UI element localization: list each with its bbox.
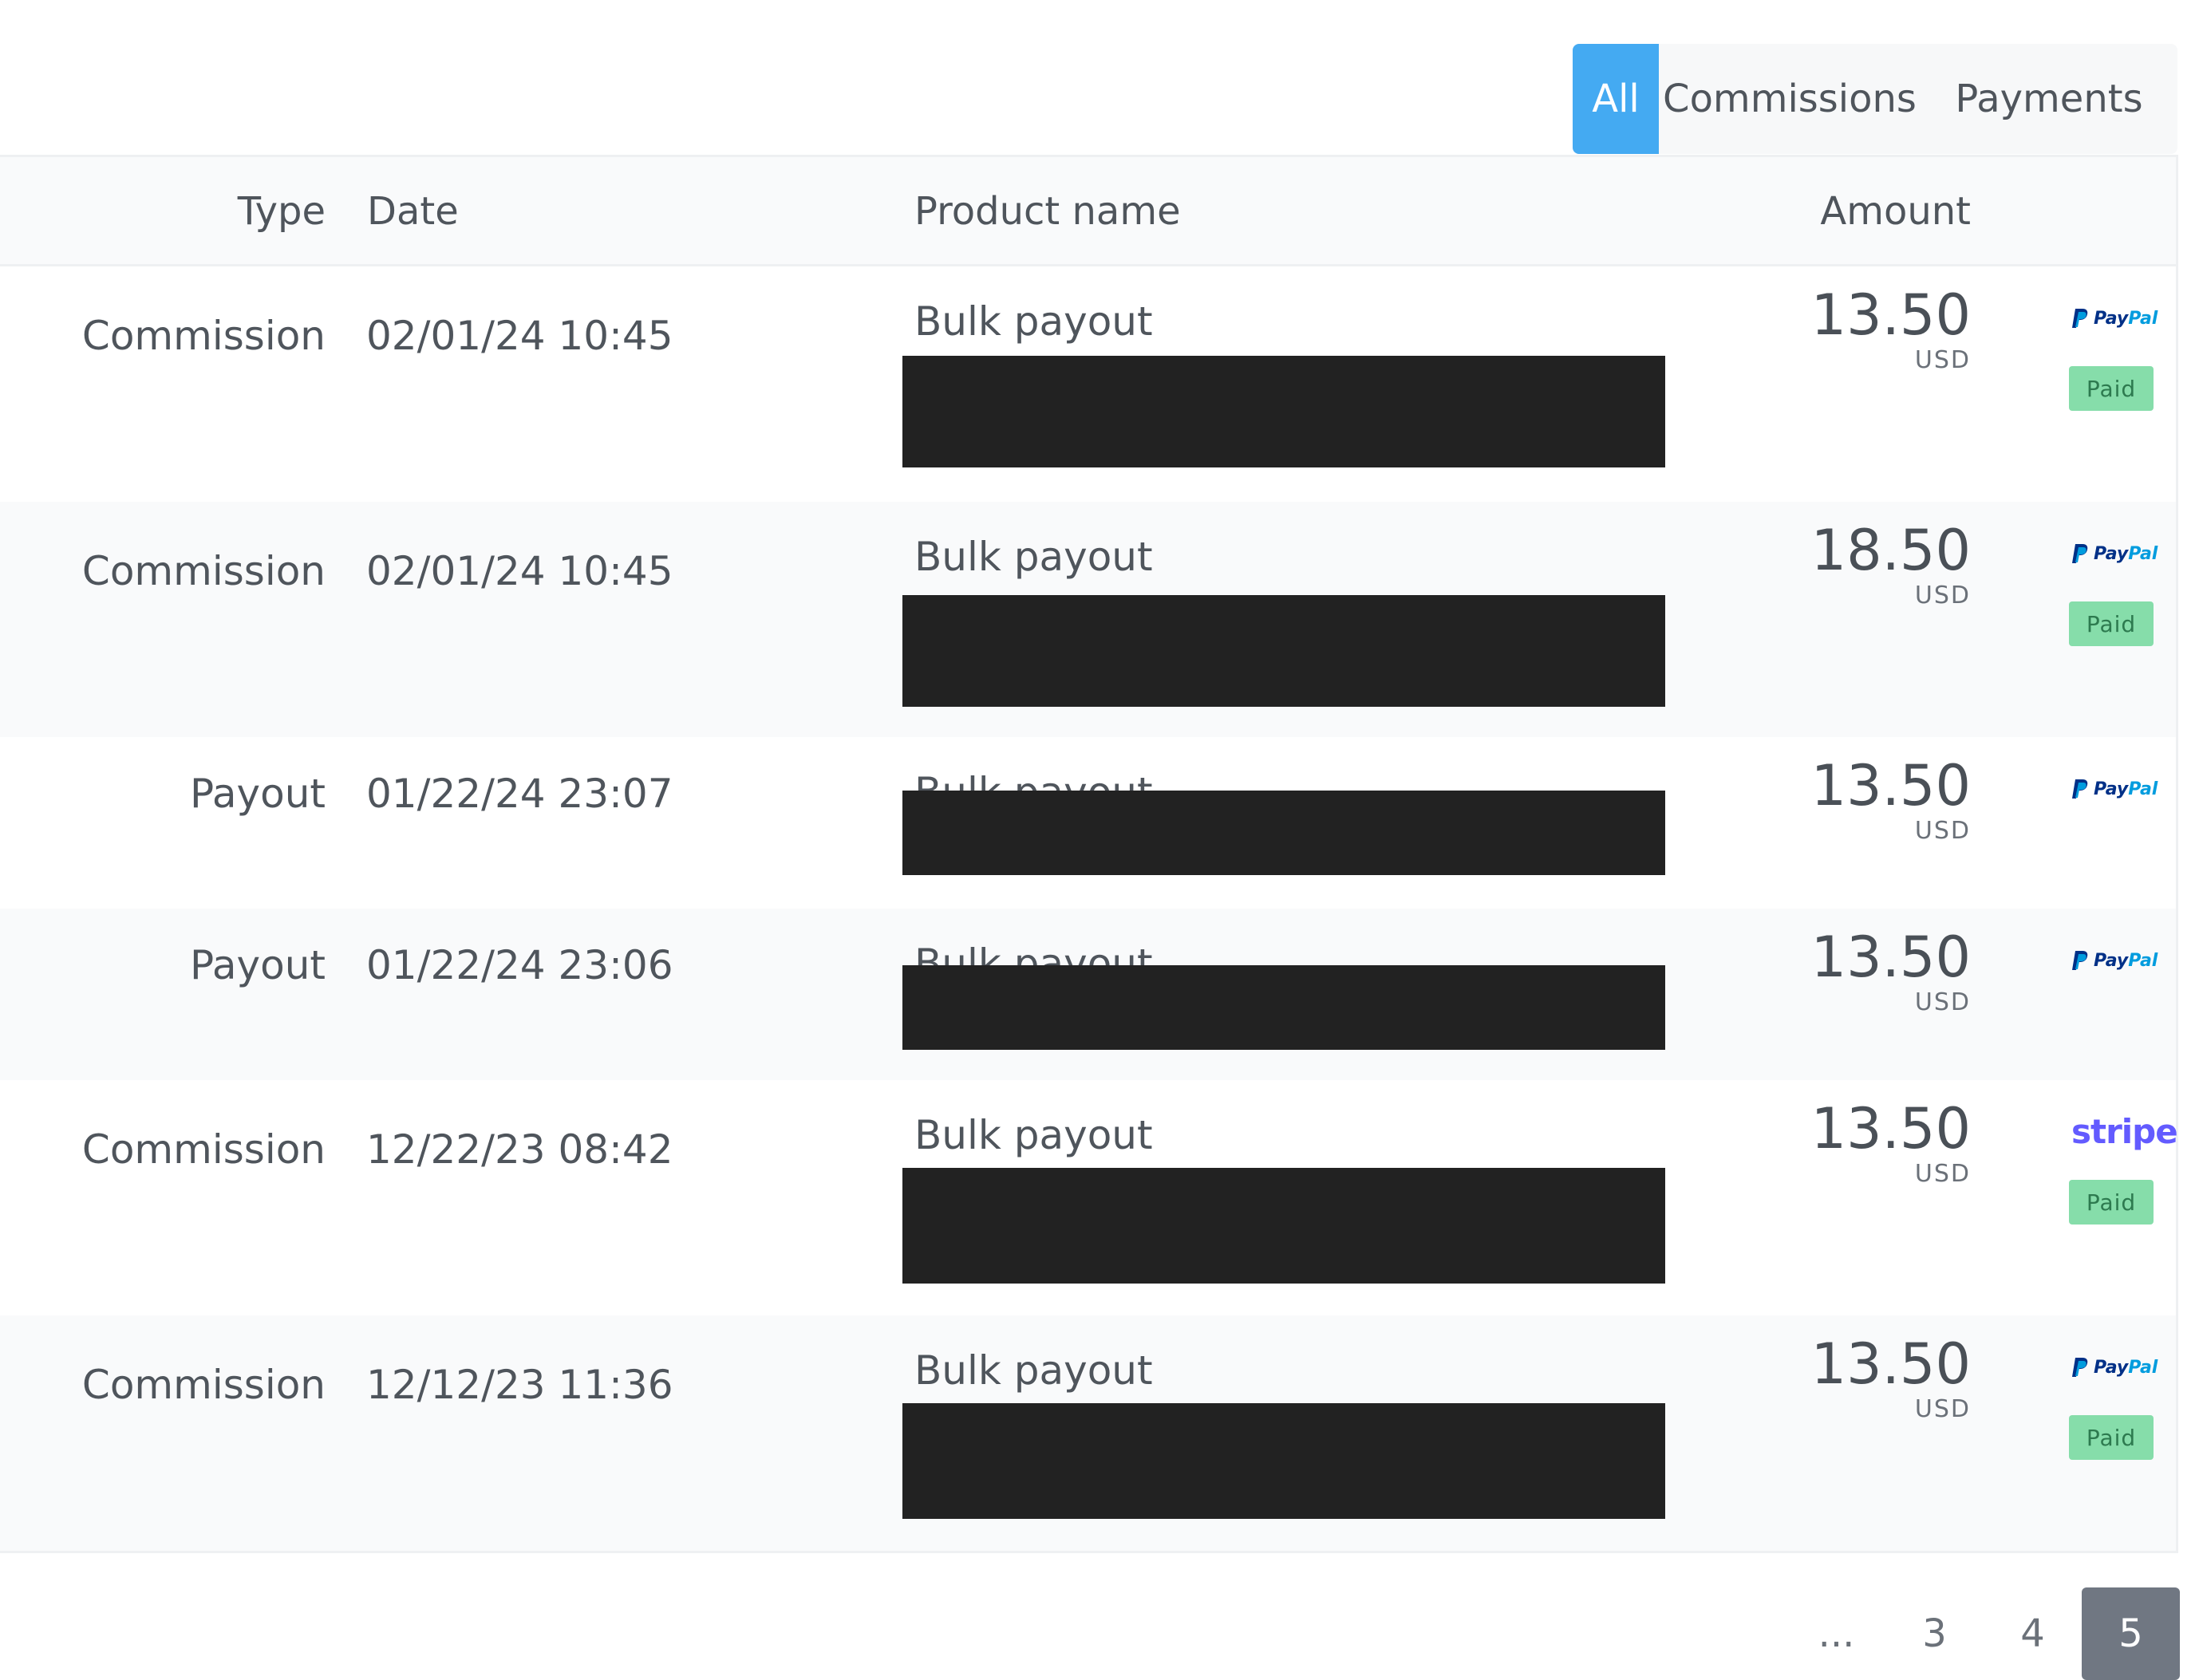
transaction-amount: 13.50 USD (1811, 286, 1971, 374)
redacted-block (902, 1403, 1665, 1519)
transaction-type: Commission (81, 1362, 326, 1408)
redacted-block (902, 965, 1665, 1050)
product-name: Bulk payout (914, 1112, 1153, 1158)
amount-value: 18.50 (1810, 518, 1971, 583)
table-row[interactable]: Commission 02/01/24 10:45 Bulk payout 13.50… (0, 266, 2176, 502)
amount-value: 13.50 (1810, 753, 1971, 818)
amount-currency: USD (1914, 988, 1971, 1016)
transaction-date: 01/22/24 23:07 (366, 771, 673, 817)
status-badge: Paid (2069, 1415, 2154, 1460)
amount-currency: USD (1914, 346, 1971, 374)
payment-method: Pay Pal (2071, 543, 2158, 567)
payment-method: stripe (2071, 1112, 2178, 1151)
amount-currency: USD (1914, 582, 1971, 609)
transaction-date: 02/01/24 10:45 (366, 313, 673, 359)
column-header-amount[interactable]: Amount (1820, 189, 1971, 234)
amount-currency: USD (1914, 1395, 1971, 1423)
transaction-amount: 13.50 USD (1811, 929, 1971, 1016)
status-badge: Paid (2069, 366, 2154, 411)
paypal-p-icon (2072, 309, 2088, 328)
transactions-table: Type Date Product name Amount Commission… (0, 155, 2178, 1553)
table-row[interactable]: Payout01/22/24 23:07Bulk payout13.50USDP… (0, 737, 2176, 909)
amount-currency: USD (1914, 1160, 1971, 1188)
redacted-block (902, 791, 1665, 875)
payment-method: Pay Pal (2071, 308, 2158, 332)
table-row[interactable]: Payout 01/22/24 23:06 Bulk payout 13.50 USD P… (0, 909, 2176, 1080)
transaction-type: Commission (81, 1126, 326, 1173)
redacted-block (902, 1168, 1665, 1284)
product-name: Bulk payout (914, 298, 1153, 345)
pagination: ... 3 4 5 (1787, 1587, 2180, 1680)
tab-payments[interactable]: Payments (1921, 44, 2177, 154)
status-badge: Paid (2069, 601, 2154, 646)
transaction-type: Payout (189, 771, 326, 817)
transaction-type: Commission (81, 313, 326, 359)
filter-tabs: All Commissions Payments (1573, 44, 2177, 154)
transaction-date: 02/01/24 10:45 (366, 548, 673, 594)
page-3-button[interactable]: 3 (1885, 1587, 1984, 1680)
paypal-p-icon (2072, 1358, 2088, 1377)
product-name: Bulk payout (914, 534, 1153, 580)
transaction-amount: 18.50 USD (1811, 522, 1971, 609)
status-badge: Paid (2069, 1180, 2154, 1225)
paypal-p-icon (2072, 951, 2088, 970)
product-name: Bulk payout (914, 1347, 1153, 1394)
transaction-date: 01/22/24 23:06 (366, 942, 673, 988)
page-4-button[interactable]: 4 (1984, 1587, 2082, 1680)
table-body: Commission 02/01/24 10:45 Bulk payout 13.50… (0, 266, 2178, 1551)
transaction-amount: 13.50 USD (1811, 1335, 1971, 1423)
transaction-type: Payout (189, 942, 326, 988)
paypal-logo-icon: Pay Pal (2071, 1357, 2158, 1378)
amount-value: 13.50 (1810, 282, 1971, 348)
amount-currency: USD (1914, 817, 1971, 845)
table-row[interactable]: Commission 12/22/23 08:42 Bulk payout 13.50… (0, 1080, 2178, 1315)
redacted-block (902, 595, 1665, 707)
transaction-amount: 13.50 USD (1811, 1100, 1971, 1188)
transaction-type: Commission (81, 548, 326, 594)
table-header: Type Date Product name Amount (0, 157, 2176, 266)
paypal-logo-icon: Pay Pal (2071, 543, 2158, 564)
redacted-block (902, 356, 1665, 467)
paypal-logo-icon: Pay Pal (2071, 308, 2158, 329)
tab-commissions[interactable]: Commissions (1659, 44, 1921, 154)
stripe-logo-icon: stripe (2071, 1112, 2178, 1151)
table-row[interactable]: Commission 12/12/23 11:36 Bulk payout 13.50… (0, 1315, 2176, 1551)
tab-all[interactable]: All (1573, 44, 1659, 154)
table-row[interactable]: Commission 02/01/24 10:45 Bulk payout 18.50… (0, 502, 2176, 737)
paypal-logo-icon: Pay Pal (2071, 779, 2158, 799)
payment-method: Pay Pal (2071, 779, 2158, 803)
amount-value: 13.50 (1810, 1331, 1971, 1397)
column-header-date[interactable]: Date (367, 189, 459, 234)
transaction-date: 12/12/23 11:36 (366, 1362, 673, 1408)
payment-method: Pay Pal (2071, 950, 2158, 974)
column-header-product-name[interactable]: Product name (914, 189, 1181, 234)
payment-method: Pay Pal (2071, 1357, 2158, 1381)
transaction-amount: 13.50 USD (1811, 757, 1971, 845)
paypal-p-icon (2072, 544, 2088, 563)
pagination-ellipsis: ... (1818, 1611, 1855, 1656)
paypal-logo-icon: Pay Pal (2071, 950, 2158, 971)
amount-value: 13.50 (1810, 925, 1971, 990)
transaction-date: 12/22/23 08:42 (366, 1126, 673, 1173)
amount-value: 13.50 (1810, 1096, 1971, 1161)
page-5-button[interactable]: 5 (2082, 1587, 2180, 1680)
paypal-p-icon (2072, 779, 2088, 799)
column-header-type[interactable]: Type (238, 189, 326, 234)
